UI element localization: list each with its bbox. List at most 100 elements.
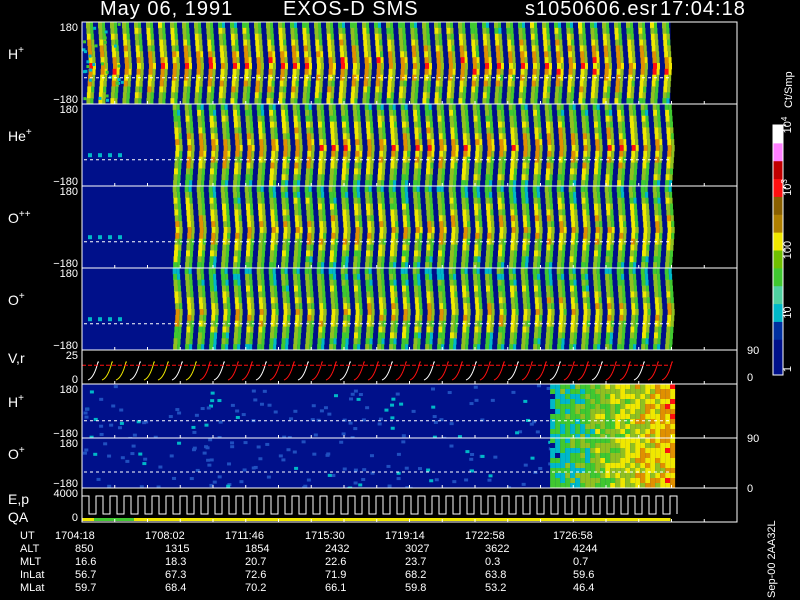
stripe-cell xyxy=(331,80,335,87)
stripe-cell xyxy=(467,309,471,316)
stripe-cell xyxy=(286,244,290,251)
stripe-cell xyxy=(201,273,205,281)
stripe-cell xyxy=(182,33,187,41)
stripe-cell xyxy=(436,57,441,64)
stripe-cell xyxy=(655,227,660,234)
stripe-cell xyxy=(595,86,599,93)
stripe-cell xyxy=(558,133,563,140)
stripe-cell xyxy=(227,227,231,234)
stripe-cell xyxy=(298,215,302,222)
stripe-cell xyxy=(354,27,358,35)
stripe-cell xyxy=(416,104,420,111)
stripe-cell xyxy=(427,303,432,310)
stripe-cell xyxy=(413,191,418,199)
stripe-cell xyxy=(272,68,276,76)
stripe-cell xyxy=(578,27,583,35)
stripe-cell xyxy=(630,326,635,333)
stripe-cell xyxy=(358,244,362,251)
stripe-cell xyxy=(237,121,241,128)
stripe-cell xyxy=(378,162,383,169)
stripe-cell xyxy=(461,338,466,345)
stripe-cell xyxy=(382,127,386,134)
stripe-cell xyxy=(617,285,622,292)
stripe-cell xyxy=(311,232,315,240)
stripe-cell xyxy=(258,244,263,251)
stripe-cell xyxy=(461,285,466,292)
stripe-cell xyxy=(173,338,178,345)
stripe-cell xyxy=(430,297,434,304)
stripe-cell xyxy=(644,68,648,76)
stripe-cell xyxy=(256,51,261,58)
stripe-cell xyxy=(491,145,495,152)
stripe-cell xyxy=(414,22,417,29)
stripe-cell xyxy=(284,268,288,275)
stripe-cell xyxy=(332,104,336,111)
stripe-cell xyxy=(398,33,403,41)
stripe-cell xyxy=(283,150,288,158)
stripe-cell xyxy=(451,227,456,234)
stripe-cell xyxy=(644,104,648,111)
stripe-cell xyxy=(569,273,574,281)
stripe-cell xyxy=(341,115,346,123)
stripe-cell xyxy=(402,133,407,140)
stripe-cell xyxy=(546,297,551,304)
stripe-cell xyxy=(603,45,608,52)
stripe-cell xyxy=(377,168,382,175)
stripe-cell xyxy=(623,314,627,322)
stripe-cell xyxy=(550,133,554,140)
stripe-cell xyxy=(514,326,518,333)
stripe-cell xyxy=(460,57,465,64)
stripe-cell xyxy=(259,309,264,316)
stripe-cell xyxy=(635,232,639,240)
stripe-cell xyxy=(618,326,623,333)
stripe-cell xyxy=(177,338,181,345)
stripe-cell xyxy=(405,273,409,281)
stripe-cell xyxy=(381,109,385,117)
stripe-cell xyxy=(610,215,614,222)
stripe-cell xyxy=(198,27,202,35)
stripe-cell xyxy=(186,127,191,134)
stripe-cell xyxy=(597,109,601,117)
stripe-cell xyxy=(378,297,383,304)
stripe-cell xyxy=(641,63,645,70)
stripe-cell xyxy=(223,150,228,158)
stripe-cell xyxy=(583,139,588,146)
stripe-cell xyxy=(471,80,476,87)
stripe-cell xyxy=(287,309,291,316)
stripe-cell xyxy=(389,63,393,70)
stripe-cell xyxy=(571,227,576,234)
stripe-cell xyxy=(561,174,565,181)
stripe-cell xyxy=(327,86,332,93)
stripe-cell xyxy=(610,162,614,169)
stripe-cell xyxy=(591,80,596,87)
stripe-cell xyxy=(197,197,202,205)
stripe-cell xyxy=(321,203,325,210)
stripe-cell xyxy=(449,109,454,117)
stripe-cell xyxy=(532,186,537,193)
stripe-cell xyxy=(334,244,338,251)
stripe-cell xyxy=(418,162,422,169)
stripe-cell xyxy=(655,80,659,87)
stripe-cell xyxy=(650,92,655,99)
stripe-cell xyxy=(429,250,433,257)
stripe-cell xyxy=(641,273,646,281)
stripe-cell xyxy=(344,186,348,193)
stripe-cell xyxy=(334,326,338,333)
stripe-cell xyxy=(366,215,371,222)
stripe-cell xyxy=(246,297,251,304)
stripe-cell xyxy=(269,250,274,257)
stripe-cell xyxy=(451,39,455,46)
stripe-cell xyxy=(620,186,624,193)
stripe-cell xyxy=(222,22,225,29)
stripe-cell xyxy=(610,209,614,216)
stripe-cell xyxy=(271,314,276,322)
stripe-cell xyxy=(641,332,646,339)
stripe-cell xyxy=(333,191,337,199)
stripe-cell xyxy=(614,27,619,35)
stripe-cell xyxy=(485,279,490,287)
stripe-cell xyxy=(257,332,262,339)
stripe-cell xyxy=(317,256,322,263)
stripe-cell xyxy=(401,197,406,205)
stripe-cell xyxy=(249,115,253,123)
stripe-cell xyxy=(225,279,229,287)
